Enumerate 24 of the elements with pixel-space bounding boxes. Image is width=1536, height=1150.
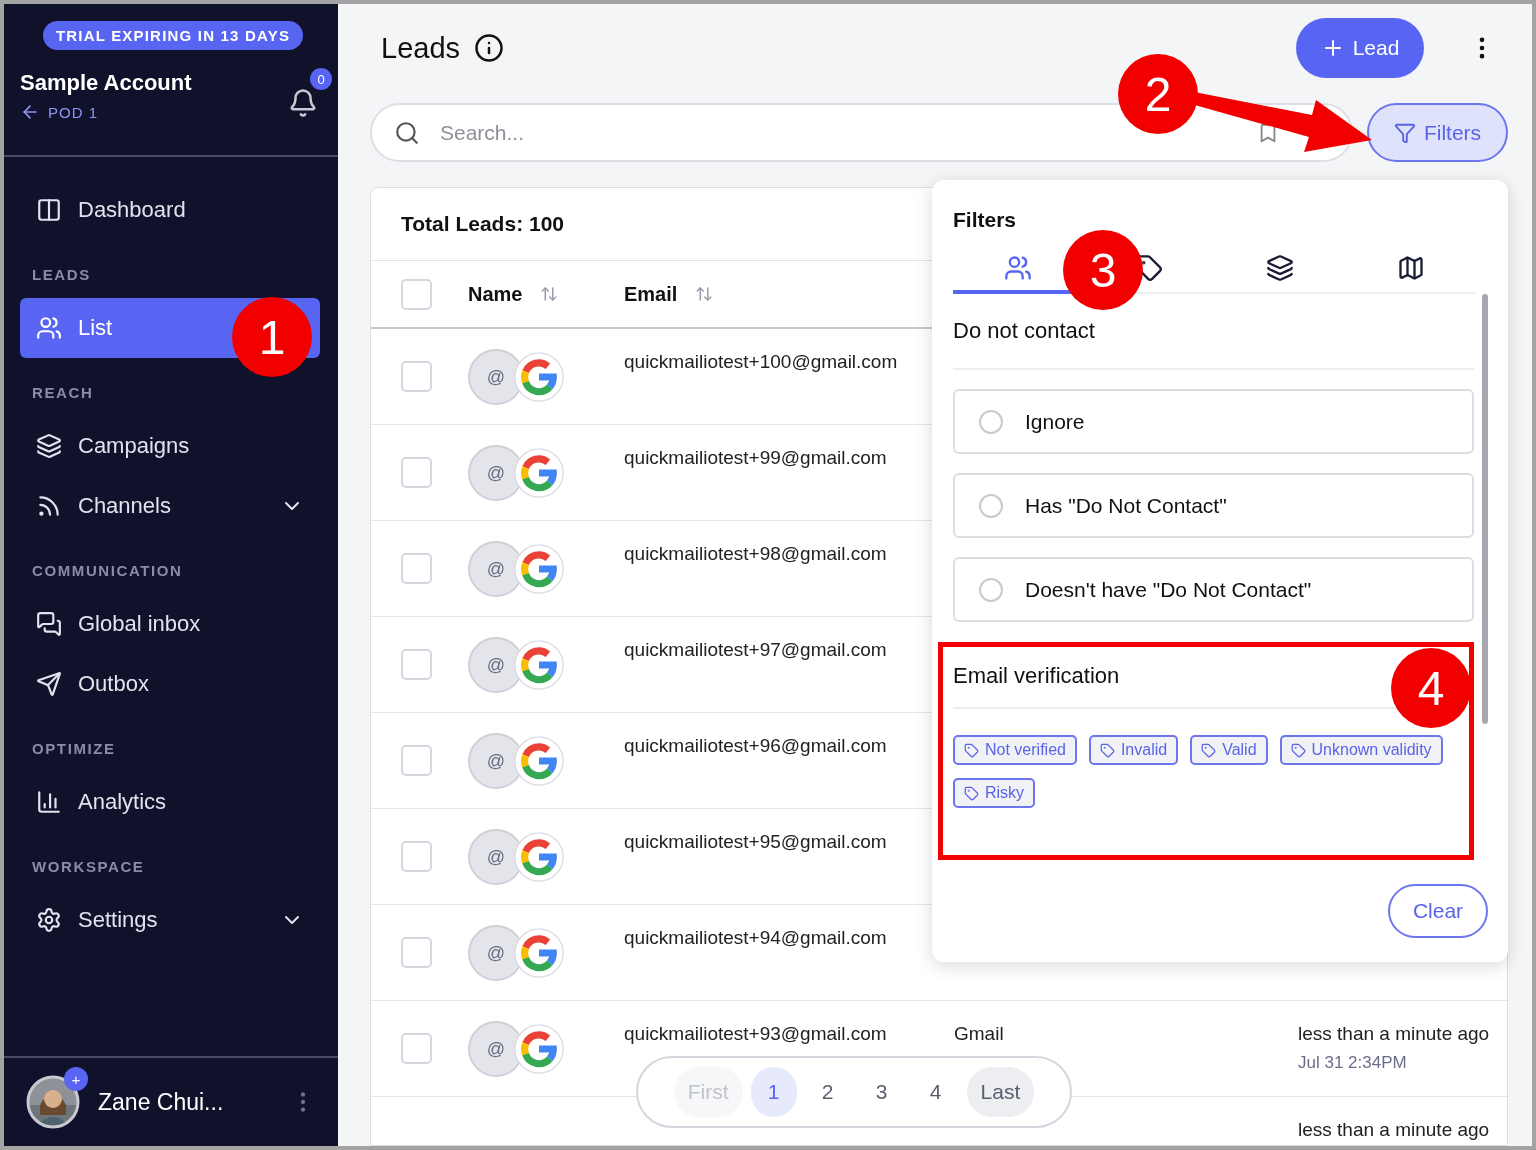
section-heading: REACH xyxy=(31,383,95,403)
notification-count: 0 xyxy=(310,68,332,90)
trial-badge: TRIAL EXPIRING IN 13 DAYS xyxy=(42,21,304,50)
account-name: Sample Account xyxy=(20,70,192,96)
time-cell: less than a minute ago xyxy=(1298,1023,1490,1045)
provider-cell: Gmail xyxy=(954,1023,1004,1044)
section-heading: LEADS xyxy=(31,265,92,285)
email-cell: quickmailiotest+94@gmail.com xyxy=(624,927,887,948)
step-number-tooltip: 2 xyxy=(1118,54,1198,134)
section-heading: OPTIMIZE xyxy=(31,739,117,759)
email-cell: quickmailiotest+93@gmail.com xyxy=(624,1023,887,1044)
email-cell: quickmailiotest+96@gmail.com xyxy=(624,735,887,756)
email-cell: quickmailiotest+95@gmail.com xyxy=(624,831,887,852)
email-cell: quickmailiotest+97@gmail.com xyxy=(624,639,887,660)
time-cell: less than a minute ago xyxy=(1298,1119,1490,1141)
section-heading: WORKSPACE xyxy=(31,857,146,877)
page-title: Leads xyxy=(381,31,460,65)
section-heading: COMMUNICATION xyxy=(31,561,184,581)
panel-title: Filters xyxy=(953,208,1018,232)
email-cell: quickmailiotest+99@gmail.com xyxy=(624,447,887,468)
date-cell-text: Jul 31 2:34PM xyxy=(1298,1053,1408,1073)
user-name: Zane Chui... xyxy=(98,1088,225,1116)
email-cell: quickmailiotest+98@gmail.com xyxy=(624,543,887,564)
email-cell: quickmailiotest+100@gmail.com xyxy=(624,351,898,372)
